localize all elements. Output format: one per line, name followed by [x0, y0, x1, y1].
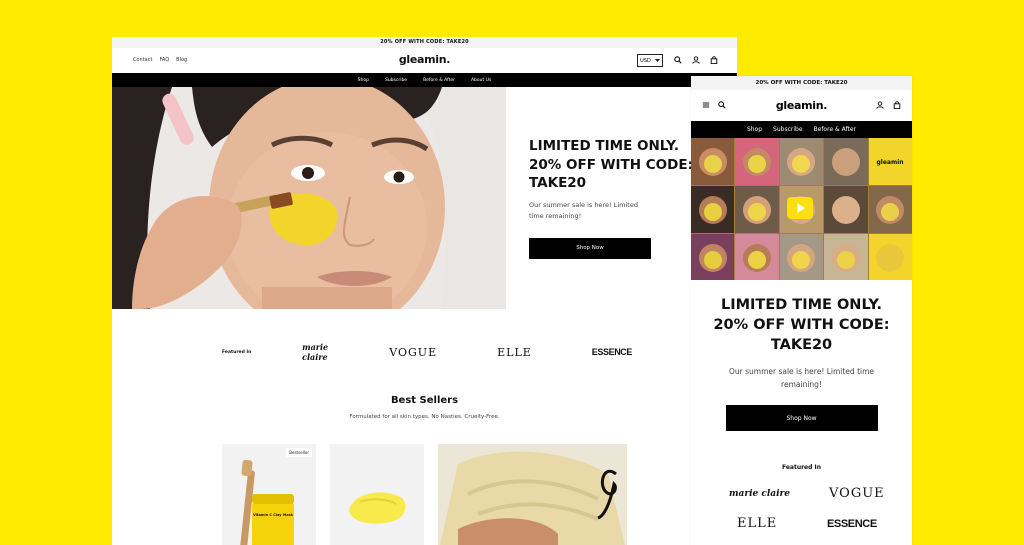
account-icon[interactable] — [692, 56, 700, 64]
chevron-down-icon — [654, 58, 660, 62]
mobile-nav-subscribe[interactable]: Subscribe — [773, 126, 802, 133]
announcement-bar: 20% OFF WITH CODE: TAKE20 — [112, 37, 737, 48]
shop-now-button[interactable]: Shop Now — [529, 237, 651, 259]
elle-logo: ELLE — [737, 516, 778, 531]
play-icon[interactable] — [787, 197, 813, 219]
currency-value: USD — [640, 57, 651, 64]
hero-headline-line-3: TAKE20 — [529, 175, 587, 191]
mobile-featured-in-label: Featured In — [781, 464, 822, 471]
mobile-header: gleamin. — [691, 90, 912, 121]
hero-section: LIMITED TIME ONLY. 20% OFF WITH CODE: TA… — [112, 87, 737, 309]
main-nav: Shop Subscribe Before & After About Us — [112, 73, 737, 87]
towel-lifestyle-image — [440, 451, 625, 545]
product-jar-label: Vitamin C Clay Mask — [253, 513, 294, 517]
hero-headline-line-2: 20% OFF WITH CODE: — [529, 156, 693, 173]
best-sellers-subtitle: Formulated for all skin types. No Nastie… — [349, 414, 500, 420]
product-card[interactable] — [438, 444, 627, 545]
desktop-mockup: 20% OFF WITH CODE: TAKE20 Contact FAQ Bl… — [112, 37, 737, 545]
best-sellers-title: Best Sellers — [390, 395, 459, 406]
nav-about-us[interactable]: About Us — [471, 78, 491, 83]
account-icon[interactable] — [876, 101, 884, 109]
cart-icon[interactable] — [893, 101, 901, 109]
product-card[interactable]: Bestseller Vitamin C Clay Mask — [222, 444, 316, 545]
currency-select[interactable]: USD — [637, 54, 663, 67]
mobile-nav-before-after[interactable]: Before & After — [814, 126, 857, 133]
essence-logo: ESSENCE — [827, 518, 877, 530]
nav-subscribe[interactable]: Subscribe — [385, 78, 407, 83]
featured-in-label: Featured In — [222, 349, 252, 355]
product-jar-image: Vitamin C Clay Mask — [240, 459, 294, 545]
hero-image — [112, 87, 506, 309]
marie-claire-logo: marie claire — [729, 489, 790, 499]
mobile-hero-headline: LIMITED TIME ONLY. 20% OFF WITH CODE: TA… — [713, 297, 890, 353]
mobile-hero-body: Our summer sale is here! Limited time re… — [728, 367, 875, 389]
hero-headline-line-1: LIMITED TIME ONLY. — [529, 138, 679, 154]
site-header: Contact FAQ Blog gleamin. USD — [112, 48, 737, 73]
vogue-logo: VOGUE — [829, 486, 885, 501]
hero-copy: LIMITED TIME ONLY. 20% OFF WITH CODE: TA… — [529, 137, 699, 259]
video-collage[interactable]: gleamin — [691, 138, 912, 280]
marie-claire-logo: marie claire — [302, 342, 329, 362]
mobile-hero-copy: LIMITED TIME ONLY. 20% OFF WITH CODE: TA… — [691, 295, 912, 431]
elle-logo: ELLE — [497, 345, 532, 359]
mobile-shop-now-button[interactable]: Shop Now — [725, 405, 878, 431]
hero-headline: LIMITED TIME ONLY. 20% OFF WITH CODE: TA… — [529, 137, 699, 193]
nav-before-after[interactable]: Before & After — [423, 78, 455, 83]
nav-shop[interactable]: Shop — [358, 78, 369, 83]
video-tile-text: gleamin — [876, 159, 903, 166]
mobile-announcement-bar: 20% OFF WITH CODE: TAKE20 — [691, 76, 912, 90]
vogue-logo: VOGUE — [389, 345, 438, 359]
press-bar: Featured In marie claire VOGUE ELLE ESSE… — [222, 342, 633, 362]
search-icon[interactable] — [674, 56, 682, 64]
product-card[interactable] — [330, 444, 424, 545]
bestseller-badge: Bestseller — [286, 448, 312, 457]
cart-icon[interactable] — [710, 56, 718, 64]
essence-logo: ESSENCE — [591, 347, 633, 357]
mobile-nav: Shop Subscribe Before & After — [691, 121, 912, 138]
hero-body: Our summer sale is here! Limited time re… — [529, 200, 638, 220]
mobile-nav-shop[interactable]: Shop — [747, 126, 762, 133]
mobile-mockup: 20% OFF WITH CODE: TAKE20 gleamin. Shop … — [691, 76, 912, 545]
towel-wrap-image — [349, 492, 406, 524]
